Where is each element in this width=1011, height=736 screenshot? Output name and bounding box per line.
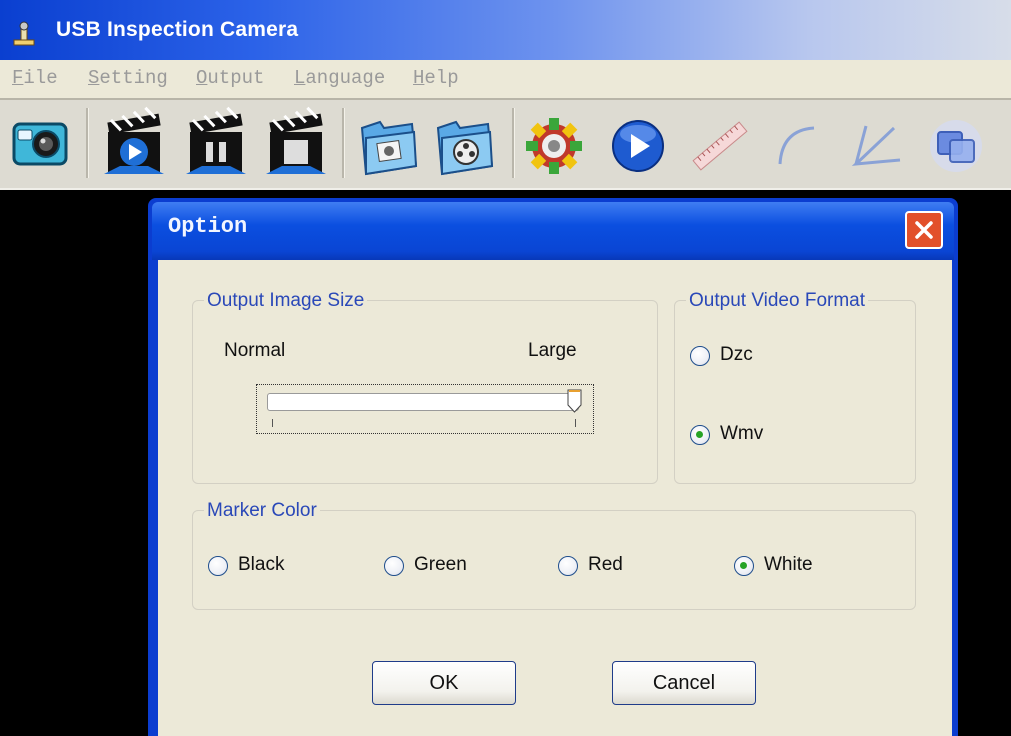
menu-file[interactable]: File (12, 67, 58, 89)
ok-button[interactable]: OK (372, 661, 516, 705)
dialog-title: Option (168, 214, 248, 239)
toolbar-separator (86, 108, 89, 178)
radio-red[interactable] (558, 556, 578, 576)
overlay-icon[interactable] (924, 104, 988, 182)
menu-language[interactable]: Language (294, 67, 385, 89)
output-video-format-legend: Output Video Format (686, 290, 869, 312)
video-record-icon[interactable] (102, 104, 166, 182)
slider-tick-max (575, 419, 576, 427)
cancel-button[interactable]: Cancel (612, 661, 756, 705)
slider-min-label: Normal (224, 340, 286, 361)
close-button[interactable] (905, 211, 943, 249)
play-icon[interactable] (606, 104, 670, 182)
toolbar-separator (342, 108, 345, 178)
radio-wmv[interactable] (690, 425, 710, 445)
toolbar-separator (512, 108, 515, 178)
radio-white[interactable] (734, 556, 754, 576)
arc-icon[interactable] (766, 104, 830, 182)
menu-help[interactable]: Help (413, 67, 459, 89)
radio-dzc-label[interactable]: Dzc (720, 344, 753, 366)
ruler-icon[interactable] (688, 104, 752, 182)
photo-folder-icon[interactable] (356, 104, 420, 182)
video-folder-icon[interactable] (432, 104, 496, 182)
video-pause-icon[interactable] (184, 104, 248, 182)
settings-gear-icon[interactable] (522, 104, 586, 182)
menu-output[interactable]: Output (196, 67, 264, 89)
radio-red-label[interactable]: Red (588, 554, 623, 576)
menu-setting[interactable]: Setting (88, 67, 168, 89)
radio-green[interactable] (384, 556, 404, 576)
slider-max-label: Large (528, 340, 577, 361)
radio-wmv-label[interactable]: Wmv (720, 423, 763, 445)
app-icon (13, 21, 35, 46)
angle-icon[interactable] (844, 104, 908, 182)
output-image-size-legend: Output Image Size (204, 290, 368, 312)
radio-dzc[interactable] (690, 346, 710, 366)
video-stop-icon[interactable] (264, 104, 328, 182)
dialog-title-bar[interactable] (152, 202, 954, 260)
marker-color-legend: Marker Color (204, 500, 320, 522)
output-video-format-group (674, 300, 916, 484)
slider-thumb[interactable] (567, 389, 582, 413)
radio-black-label[interactable]: Black (238, 554, 284, 576)
camera-icon[interactable] (8, 104, 72, 182)
close-icon (915, 221, 933, 239)
slider-track[interactable] (267, 393, 579, 411)
radio-green-label[interactable]: Green (414, 554, 467, 576)
radio-black[interactable] (208, 556, 228, 576)
window-title: USB Inspection Camera (56, 18, 299, 41)
radio-white-label[interactable]: White (764, 554, 813, 576)
slider-tick-min (272, 419, 273, 427)
